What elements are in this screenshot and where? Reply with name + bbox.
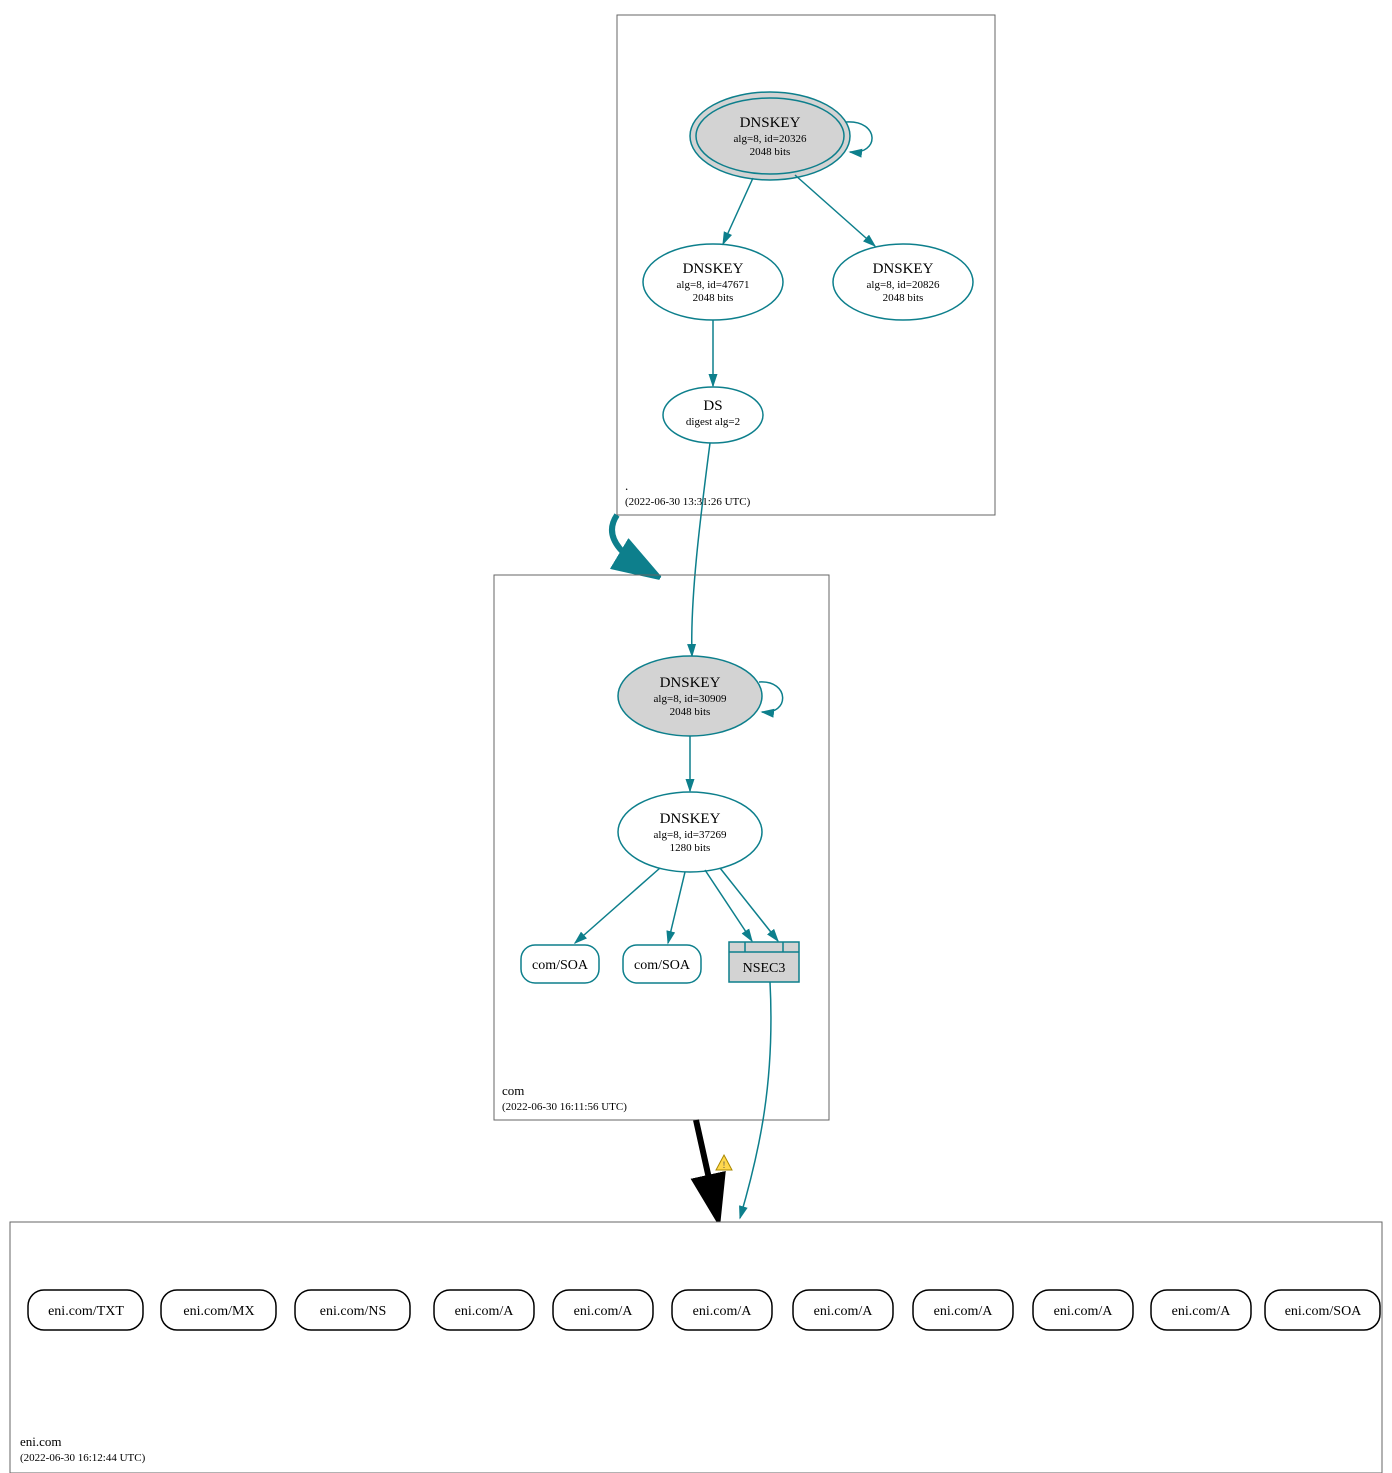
- svg-text:eni.com/SOA: eni.com/SOA: [1285, 1304, 1362, 1319]
- svg-text:DNSKEY: DNSKEY: [873, 261, 934, 277]
- svg-text:eni.com/A: eni.com/A: [1054, 1304, 1114, 1319]
- eni-record-9: eni.com/A: [1151, 1290, 1251, 1330]
- zone-time-com: (2022-06-30 16:11:56 UTC): [502, 1101, 627, 1113]
- edge-rootksk-zsk2: [795, 175, 875, 246]
- node-com-ksk: DNSKEY alg=8, id=30909 2048 bits: [618, 656, 762, 736]
- svg-text:1280 bits: 1280 bits: [670, 842, 711, 854]
- svg-text:2048 bits: 2048 bits: [883, 292, 924, 304]
- svg-text:eni.com/A: eni.com/A: [1172, 1304, 1232, 1319]
- eni-record-0: eni.com/TXT: [28, 1290, 143, 1330]
- svg-text:com/SOA: com/SOA: [532, 958, 589, 973]
- edge-ds-to-comksk: [692, 443, 710, 656]
- svg-text:DNSKEY: DNSKEY: [683, 261, 744, 277]
- eni-record-4: eni.com/A: [553, 1290, 653, 1330]
- svg-text:eni.com/A: eni.com/A: [934, 1304, 994, 1319]
- svg-text:alg=8, id=37269: alg=8, id=37269: [654, 829, 727, 841]
- eni-record-8: eni.com/A: [1033, 1290, 1133, 1330]
- edge-root-to-com: [612, 515, 650, 572]
- edge-comzsk-nsec3a: [705, 870, 752, 941]
- eni-record-1: eni.com/MX: [161, 1290, 276, 1330]
- eni-record-6: eni.com/A: [793, 1290, 893, 1330]
- svg-text:digest alg=2: digest alg=2: [686, 416, 740, 428]
- zone-name-eni: eni.com: [20, 1434, 62, 1449]
- svg-text:eni.com/A: eni.com/A: [455, 1304, 515, 1319]
- svg-text:eni.com/A: eni.com/A: [693, 1304, 753, 1319]
- zone-time-eni: (2022-06-30 16:12:44 UTC): [20, 1452, 146, 1464]
- node-com-nsec3: NSEC3: [729, 942, 799, 982]
- svg-text:alg=8, id=20326: alg=8, id=20326: [734, 133, 807, 145]
- svg-text:alg=8, id=20826: alg=8, id=20826: [867, 279, 940, 291]
- svg-text:com/SOA: com/SOA: [634, 958, 691, 973]
- node-com-soa1: com/SOA: [521, 945, 599, 983]
- svg-text:2048 bits: 2048 bits: [693, 292, 734, 304]
- edge-nsec3-to-eni: [740, 982, 771, 1218]
- svg-text:eni.com/TXT: eni.com/TXT: [48, 1304, 124, 1319]
- edge-rootksk-zsk1: [723, 178, 753, 244]
- svg-text:eni.com/MX: eni.com/MX: [183, 1304, 254, 1319]
- zone-name-root: .: [625, 478, 628, 493]
- eni-record-5: eni.com/A: [672, 1290, 772, 1330]
- svg-text:eni.com/A: eni.com/A: [574, 1304, 634, 1319]
- svg-text:2048 bits: 2048 bits: [670, 706, 711, 718]
- zone-time-root: (2022-06-30 13:31:26 UTC): [625, 496, 751, 508]
- svg-text:DNSKEY: DNSKEY: [740, 115, 801, 131]
- node-root-ds: DS digest alg=2: [663, 387, 763, 443]
- svg-text:alg=8, id=30909: alg=8, id=30909: [654, 693, 727, 705]
- node-root-ksk: DNSKEY alg=8, id=20326 2048 bits: [690, 92, 850, 180]
- eni-record-3: eni.com/A: [434, 1290, 534, 1330]
- eni-record-10: eni.com/SOA: [1265, 1290, 1380, 1330]
- zone-box-eni: [10, 1222, 1382, 1473]
- svg-text:DNSKEY: DNSKEY: [660, 675, 721, 691]
- svg-text:DNSKEY: DNSKEY: [660, 811, 721, 827]
- edge-comzsk-soa1: [575, 868, 660, 943]
- eni-record-2: eni.com/NS: [295, 1290, 410, 1330]
- svg-text:eni.com/NS: eni.com/NS: [320, 1304, 387, 1319]
- svg-text:alg=8, id=47671: alg=8, id=47671: [677, 279, 750, 291]
- edge-comzsk-soa2: [668, 872, 685, 943]
- svg-text:eni.com/A: eni.com/A: [814, 1304, 874, 1319]
- node-com-soa2: com/SOA: [623, 945, 701, 983]
- zone-name-com: com: [502, 1083, 524, 1098]
- svg-text:!: !: [723, 1160, 726, 1170]
- warning-icon: !: [716, 1155, 732, 1170]
- svg-text:DS: DS: [703, 398, 722, 414]
- svg-text:NSEC3: NSEC3: [743, 961, 786, 976]
- svg-text:2048 bits: 2048 bits: [750, 146, 791, 158]
- eni-record-7: eni.com/A: [913, 1290, 1013, 1330]
- node-com-zsk: DNSKEY alg=8, id=37269 1280 bits: [618, 792, 762, 872]
- edge-com-to-eni: [696, 1120, 716, 1210]
- node-root-zsk2: DNSKEY alg=8, id=20826 2048 bits: [833, 244, 973, 320]
- node-root-zsk1: DNSKEY alg=8, id=47671 2048 bits: [643, 244, 783, 320]
